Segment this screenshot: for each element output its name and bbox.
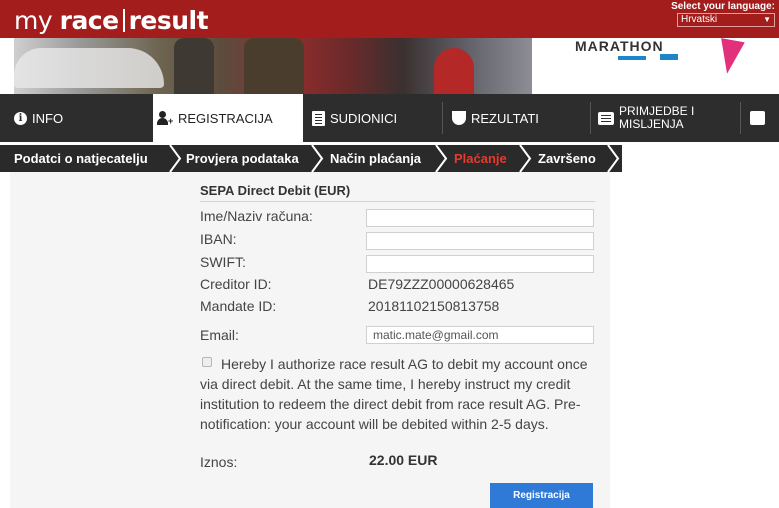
banner-runner-1 xyxy=(174,38,214,94)
step-provjera[interactable]: Provjera podataka xyxy=(186,145,299,172)
language-label: Select your language: xyxy=(671,1,775,12)
logo-part-result: result xyxy=(128,6,209,35)
tab-info[interactable]: i INFO xyxy=(14,94,149,142)
email-input[interactable] xyxy=(366,326,594,344)
banner-car xyxy=(14,48,164,88)
tab-primjedbe-label-line1: PRIMJEDBE I xyxy=(619,104,695,118)
tab-divider xyxy=(442,102,443,134)
logo-part-my: my xyxy=(14,6,53,35)
logo-divider xyxy=(122,9,125,32)
section-title: SEPA Direct Debit (EUR) xyxy=(200,183,351,198)
banner-logo-pink xyxy=(715,38,745,76)
amount-label: Iznos: xyxy=(200,454,238,470)
info-icon: i xyxy=(14,111,27,125)
chevron-right-icon xyxy=(311,145,324,172)
swift-label: SWIFT: xyxy=(200,254,246,270)
mandate-id-label: Mandate ID: xyxy=(200,298,277,314)
steps-end-area xyxy=(622,145,779,172)
banner-logo-stripe xyxy=(618,56,646,60)
dropdown-arrow-icon: ▼ xyxy=(763,15,771,24)
main-nav-tabs: i INFO + REGISTRACIJA SUDIONICI REZULTAT… xyxy=(0,94,779,142)
list-icon xyxy=(312,110,325,126)
tab-primjedbe-label: PRIMJEDBE I MISLJENJA xyxy=(619,105,694,131)
step-placanje[interactable]: Plaćanje xyxy=(454,145,507,172)
add-user-icon: + xyxy=(157,111,173,126)
header-bar: my race result Select your language: Hrva… xyxy=(0,0,779,38)
tab-registracija-label: REGISTRACIJA xyxy=(178,110,273,126)
registration-steps: Podatci o natjecatelju Provjera podataka… xyxy=(0,145,779,172)
tab-inbox[interactable] xyxy=(750,94,775,142)
comment-icon xyxy=(598,111,614,125)
step-nacin-placanja[interactable]: Način plaćanja xyxy=(330,145,421,172)
language-select[interactable]: Hrvatski ▼ xyxy=(677,13,775,27)
step-podatci[interactable]: Podatci o natjecatelju xyxy=(14,145,148,172)
section-divider xyxy=(200,201,595,202)
banner-marathon-text: MARATHON xyxy=(575,38,664,54)
race-result-logo[interactable]: my race result xyxy=(14,6,209,35)
banner-runner-2 xyxy=(244,38,304,94)
tab-registracija[interactable]: + REGISTRACIJA xyxy=(153,94,303,142)
chevron-right-icon xyxy=(519,145,532,172)
swift-input[interactable] xyxy=(366,255,594,273)
registracija-submit-button[interactable]: Registracija xyxy=(490,483,593,508)
language-selected-value: Hrvatski xyxy=(681,14,718,25)
banner-runner-3 xyxy=(434,48,474,94)
chevron-right-icon xyxy=(169,145,182,172)
tab-divider xyxy=(590,102,591,134)
chevron-right-icon xyxy=(435,145,448,172)
trophy-icon xyxy=(452,111,466,125)
banner-photo xyxy=(14,38,532,94)
amount-value: 22.00 EUR xyxy=(369,452,438,468)
creditor-id-value: DE79ZZZ00000628465 xyxy=(368,276,515,292)
tab-rezultati[interactable]: REZULTATI xyxy=(452,94,582,142)
account-name-label: Ime/Naziv računa: xyxy=(200,208,313,224)
tray-icon xyxy=(750,111,765,125)
mandate-id-value: 20181102150813758 xyxy=(368,298,500,314)
tab-info-label: INFO xyxy=(32,110,64,126)
account-name-input[interactable] xyxy=(366,209,594,227)
consent-text: Hereby I authorize race result AG to deb… xyxy=(200,356,588,432)
email-label: Email: xyxy=(200,327,239,343)
tab-sudionici-label: SUDIONICI xyxy=(330,110,398,126)
logo-part-race: race xyxy=(59,6,119,35)
step-zavrseno[interactable]: Završeno xyxy=(538,145,596,172)
tab-rezultati-label: REZULTATI xyxy=(471,110,539,126)
iban-input[interactable] xyxy=(366,232,594,250)
tab-primjedbe[interactable]: PRIMJEDBE I MISLJENJA xyxy=(598,94,733,142)
event-banner: MARATHON xyxy=(0,38,779,94)
iban-label: IBAN: xyxy=(200,231,237,247)
chevron-right-icon xyxy=(606,145,620,172)
tab-sudionici[interactable]: SUDIONICI xyxy=(312,94,442,142)
banner-logo-blue xyxy=(660,54,678,60)
creditor-id-label: Creditor ID: xyxy=(200,276,272,292)
tab-divider xyxy=(740,102,741,134)
tab-primjedbe-label-line2: MISLJENJA xyxy=(619,117,684,131)
